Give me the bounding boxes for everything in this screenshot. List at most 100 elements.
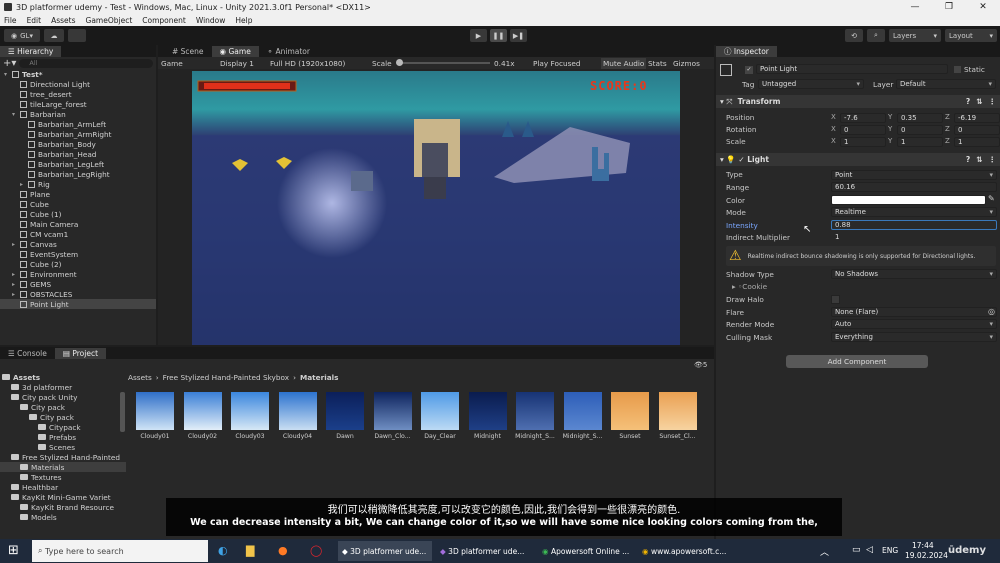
light-header[interactable]: ▾ 💡 ✓ Light ? ⇅ ⋮ (716, 153, 1000, 166)
material-asset[interactable]: Day_Clear (420, 392, 460, 448)
axis-z-label[interactable]: Z (945, 137, 950, 145)
search-icon[interactable]: ⌕ (867, 29, 885, 42)
material-asset[interactable]: Cloudy01 (135, 392, 175, 448)
taskbar-search-input[interactable]: ⌕ Type here to search (32, 540, 208, 562)
eyedropper-icon[interactable]: ✎ (988, 194, 995, 203)
shadow-type-dropdown[interactable]: No Shadows (831, 269, 997, 279)
project-folder-item[interactable]: Textures (0, 472, 126, 482)
hierarchy-item[interactable]: Barbarian_ArmRight (0, 129, 156, 139)
expand-arrow-icon[interactable]: ▸ (12, 271, 20, 278)
hierarchy-item[interactable]: Barbarian_Body (0, 139, 156, 149)
tray-time[interactable]: 17:44 (912, 541, 934, 550)
render-mode-dropdown[interactable]: Auto (831, 319, 997, 329)
project-folder-item[interactable]: City pack Unity (0, 392, 126, 402)
hierarchy-item[interactable]: ▸ GEMS (0, 279, 156, 289)
taskbar-app-apowersoft[interactable]: ◉ Apowersoft Online ... (538, 541, 634, 561)
material-asset[interactable]: Dawn_Clo... (373, 392, 413, 448)
tray-chevron-icon[interactable]: ︿ (820, 545, 829, 558)
transform-position-y-input[interactable]: 0.35 (897, 113, 943, 123)
axis-z-label[interactable]: Z (945, 113, 950, 121)
light-color-swatch[interactable] (831, 195, 986, 205)
menu-gameobject[interactable]: GameObject (86, 16, 133, 25)
hierarchy-item[interactable]: ▸ Rig (0, 179, 156, 189)
transform-position-x-input[interactable]: -7.6 (840, 113, 886, 123)
project-folder-item[interactable]: Free Stylized Hand-Painted (0, 452, 126, 462)
transform-scale-y-input[interactable]: 1 (897, 137, 943, 147)
edge-icon[interactable]: ◐ (218, 544, 228, 557)
mute-audio-button[interactable]: Mute Audio (601, 58, 647, 69)
material-asset[interactable]: Midnight_S... (563, 392, 603, 448)
project-folder-item[interactable]: City pack (0, 412, 126, 422)
expand-arrow-icon[interactable]: ▸ (12, 281, 20, 288)
expand-arrow-icon[interactable]: ▾ (4, 71, 12, 78)
gizmos-dropdown[interactable]: Gizmos (673, 59, 700, 68)
material-asset[interactable]: Cloudy04 (278, 392, 318, 448)
project-folder-item[interactable]: Models (0, 512, 126, 522)
transform-scale-x-input[interactable]: 1 (840, 137, 886, 147)
material-asset[interactable]: Sunset (610, 392, 650, 448)
transform-rotation-y-input[interactable]: 0 (897, 125, 943, 135)
cookie-foldout[interactable]: ▸ ◦Cookie (732, 282, 767, 291)
project-folder-item[interactable]: Scenes (0, 442, 126, 452)
taskbar-app-unity[interactable]: ◆ 3D platformer ude... (338, 541, 432, 561)
resolution-dropdown[interactable]: Full HD (1920x1080) (270, 59, 345, 68)
transform-position-z-input[interactable]: -6.19 (954, 113, 1000, 123)
axis-y-label[interactable]: Y (888, 113, 892, 121)
project-scrollbar[interactable] (120, 392, 125, 432)
hierarchy-item[interactable]: Barbarian_Head (0, 149, 156, 159)
game-viewport[interactable]: SCORE:0 (192, 71, 680, 345)
game-mode-dropdown[interactable]: Game (161, 59, 183, 68)
expand-arrow-icon[interactable]: ▸ (20, 181, 28, 188)
axis-x-label[interactable]: X (831, 125, 836, 133)
indirect-multiplier-input[interactable]: 1 (831, 232, 997, 242)
tab-scene[interactable]: # Scene (164, 46, 212, 57)
tray-volume-icon[interactable]: ◁ (866, 545, 873, 555)
stats-button[interactable]: Stats (648, 59, 667, 68)
material-asset[interactable]: Midnight (468, 392, 508, 448)
hierarchy-item[interactable]: Cube (1) (0, 209, 156, 219)
breadcrumb-item[interactable]: Free Stylized Hand-Painted Skybox (163, 373, 289, 382)
active-checkbox[interactable]: ✓ (745, 66, 753, 74)
hierarchy-item[interactable]: ▸ Environment (0, 269, 156, 279)
expand-arrow-icon[interactable]: ▸ (12, 241, 20, 248)
object-name-input[interactable]: Point Light (756, 64, 948, 74)
tray-date[interactable]: 19.02.2024 (905, 551, 948, 560)
add-icon[interactable]: +▾ (3, 58, 16, 69)
menu-help[interactable]: Help (235, 16, 252, 25)
help-icon[interactable]: ? (966, 97, 970, 106)
hierarchy-item[interactable]: Barbarian_LegRight (0, 169, 156, 179)
light-enabled-checkbox[interactable]: ✓ (738, 155, 744, 164)
transform-scale-z-input[interactable]: 1 (954, 137, 1000, 147)
taskbar-app-chrome[interactable]: ◉ www.apowersoft.c... (638, 541, 734, 561)
hierarchy-item[interactable]: ▾ Test* (0, 69, 156, 79)
material-asset[interactable]: Midnight_S... (515, 392, 555, 448)
taskbar-app-vs[interactable]: ◆ 3D platformer ude... (436, 541, 530, 561)
play-button[interactable]: ▶ (470, 29, 487, 42)
hierarchy-item[interactable]: ▸ OBSTACLES (0, 289, 156, 299)
file-explorer-icon[interactable]: ▇ (246, 544, 254, 557)
hierarchy-item[interactable]: Barbarian_LegLeft (0, 159, 156, 169)
pause-button[interactable]: ❚❚ (490, 29, 507, 42)
layout-dropdown[interactable]: Layout ▾ (945, 29, 997, 42)
layer-dropdown[interactable]: Default (896, 79, 996, 89)
menu-window[interactable]: Window (196, 16, 226, 25)
project-folder-item[interactable]: KayKit Brand Resource (0, 502, 126, 512)
transform-rotation-z-input[interactable]: 0 (954, 125, 1000, 135)
hierarchy-item[interactable]: tileLarge_forest (0, 99, 156, 109)
windows-start-icon[interactable]: ⊞ (8, 543, 19, 558)
maximize-icon[interactable]: ❐ (932, 2, 966, 12)
menu-component[interactable]: Component (142, 16, 186, 25)
hierarchy-item[interactable]: Plane (0, 189, 156, 199)
tab-game[interactable]: ◉ Game (211, 46, 259, 57)
light-type-dropdown[interactable]: Point (831, 170, 997, 180)
light-range-input[interactable]: 60.16 (831, 182, 997, 192)
light-intensity-input[interactable]: 0.88 (831, 220, 997, 230)
more-icon[interactable]: ⋮ (989, 97, 997, 106)
project-folder-item[interactable]: Citypack (0, 422, 126, 432)
hierarchy-item[interactable]: tree_desert (0, 89, 156, 99)
hierarchy-item[interactable]: Main Camera (0, 219, 156, 229)
play-focused-dropdown[interactable]: Play Focused (533, 59, 581, 68)
hierarchy-item[interactable]: EventSystem (0, 249, 156, 259)
opera-icon[interactable]: ◯ (310, 544, 322, 557)
draw-halo-checkbox[interactable] (831, 295, 840, 304)
